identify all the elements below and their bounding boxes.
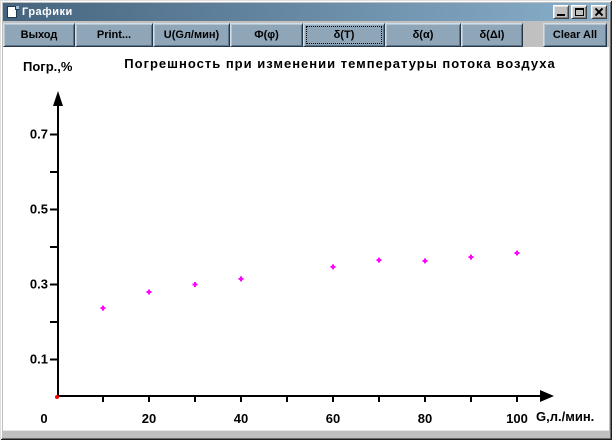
app-window: Графики Выход Print... U(Gл/мин) Ф(φ) δ(T) δ(…: [0, 0, 612, 440]
chart-title: Погрешность при изменении температуры по…: [124, 56, 556, 71]
chart-area: [3, 47, 609, 437]
minimize-button[interactable]: [553, 5, 569, 19]
toolbar-spacer: [523, 23, 543, 47]
toolbar-button-delta-alpha[interactable]: δ(α): [385, 23, 461, 47]
app-icon: [6, 5, 19, 19]
y-axis-title: Погр.,%: [23, 59, 73, 74]
close-icon: [595, 8, 603, 16]
toolbar-button-delta-di[interactable]: δ(ΔI): [461, 23, 523, 47]
maximize-icon: [575, 8, 584, 16]
minimize-icon: [557, 14, 565, 16]
maximize-button[interactable]: [571, 5, 587, 19]
toolbar-button-delta-t[interactable]: δ(T): [303, 23, 385, 47]
toolbar: Выход Print... U(Gл/мин) Ф(φ) δ(T) δ(α) δ(ΔI) C…: [3, 23, 609, 47]
toolbar-button-exit[interactable]: Выход: [3, 23, 75, 47]
window-controls: [553, 5, 607, 19]
x-axis-title: G,л./мин.: [536, 409, 595, 424]
toolbar-button-print[interactable]: Print...: [75, 23, 153, 47]
toolbar-button-clear-all[interactable]: Clear All: [543, 23, 607, 47]
toolbar-button-phi[interactable]: Ф(φ): [230, 23, 303, 47]
close-button[interactable]: [591, 5, 607, 19]
window-title: Графики: [22, 6, 73, 18]
title-bar[interactable]: Графики: [3, 3, 609, 21]
toolbar-button-u-g-flow[interactable]: U(Gл/мин): [153, 23, 230, 47]
